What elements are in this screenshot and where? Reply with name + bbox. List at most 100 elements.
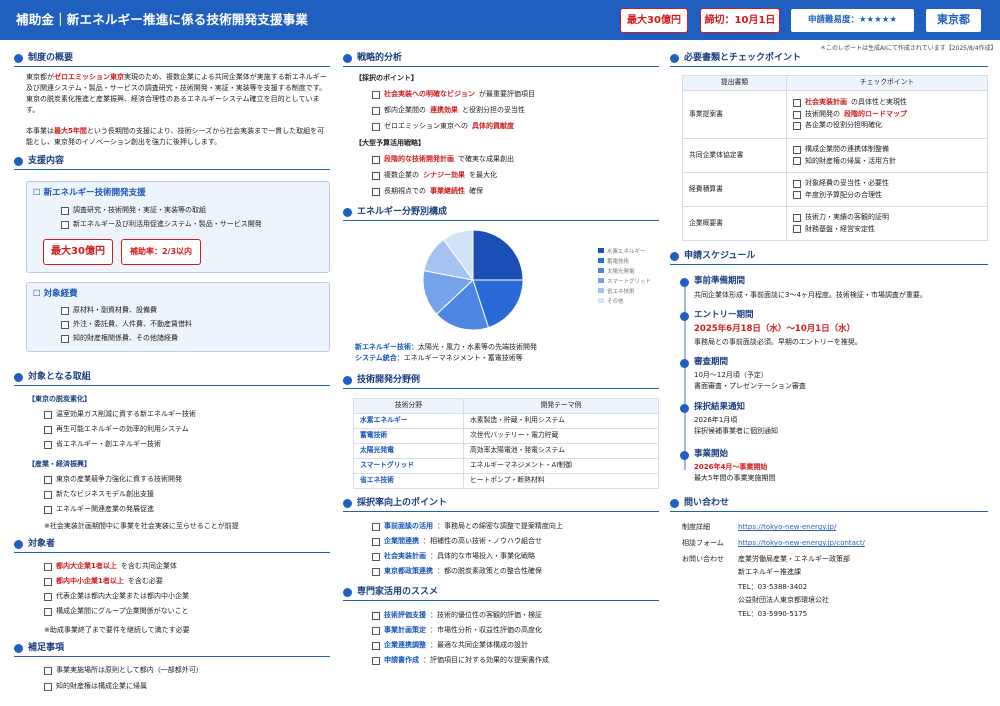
schedule-step-title: エントリー期間 xyxy=(694,310,754,320)
strategy-heading: 戦略的分析 xyxy=(343,52,659,68)
timeline-dot xyxy=(680,278,689,287)
strategy-item: 長期視点での 事業継続性 確保 xyxy=(372,187,483,196)
plus-icon xyxy=(14,643,23,653)
target-category-2: 【産業・経済振興】 xyxy=(28,460,91,468)
schedule-step-text: 書面審査・プレゼンテーション審査 xyxy=(694,382,806,390)
contact-heading: 問い合わせ xyxy=(670,497,988,513)
pie-caption-2: システム統合：エネルギーマネジメント・蓄電技術等 xyxy=(355,354,523,362)
target-item: 温室効果ガス削減に資する新エネルギー技術 xyxy=(44,410,196,419)
legend-swatch xyxy=(598,288,604,293)
overview-paragraph-2: 本事業は最大5年間という長期間の支援により、技術シーズから社会実装まで一貫した取… xyxy=(26,127,325,146)
table-header: 開発テーマ例 xyxy=(463,398,659,414)
table-row: 太陽光発電 高効率太陽電池・発電システム xyxy=(353,443,659,459)
schedule-step-text: 2026年1月頃 xyxy=(694,416,738,424)
eligible-heading: 対象者 xyxy=(14,538,330,554)
calendar-icon xyxy=(670,251,679,261)
contact-form-link[interactable]: https://tokyo-new-energy.jp/contact/ xyxy=(738,538,865,549)
check-item: 社会実装計画 の具体性と実現性 xyxy=(793,98,981,107)
table-row: 蓄電技術 次世代バッテリー・電力貯蔵 xyxy=(353,428,659,444)
improve-item: 社会実装計画 ：具体的な市場投入・事業化戦略 xyxy=(372,552,535,561)
contact-label: 制度詳細 xyxy=(682,523,710,531)
docs-table: 提出書類 チェックポイント 事業提案書 社会実装計画 の具体性と実現性 技術開発の段… xyxy=(682,75,988,241)
trophy-icon xyxy=(343,498,352,508)
contact-line: TEL：03-5388-3402 xyxy=(738,583,808,591)
table-row: 経費積算書 対象経費の妥当性・必要性 年度別予算配分の合理性 xyxy=(682,172,988,207)
legend-label: その他 xyxy=(607,297,624,305)
legend-swatch xyxy=(598,298,604,303)
table-row: 水素エネルギー 水素製造・貯蔵・利用システム xyxy=(353,413,659,429)
legend-label: 省エネ技術 xyxy=(607,287,635,295)
contact-label: お問い合わせ xyxy=(682,555,724,563)
header-bar: 補助金｜新エネルギー推進に係る技術開発支援事業 最大30億円 締切：10月1日 … xyxy=(0,0,1000,40)
timeline-dot xyxy=(680,451,689,460)
expert-item: 技術評価支援 ：技術的優位性の客観的評価・検証 xyxy=(372,611,542,620)
table-row: 企業概要書 技術力・実績の客観的証明 財務基盤・経営安定性 xyxy=(682,206,988,241)
legend-label: スマートグリッド xyxy=(607,277,651,285)
contact-line: 産業労働局産業・エネルギー政策部 xyxy=(738,555,850,563)
difficulty-badge: 申請難易度：★★★★★ xyxy=(790,8,915,33)
table-header-row: 提出書類 チェックポイント xyxy=(682,75,988,91)
expert-heading: 専門家活用のススメ xyxy=(343,586,659,602)
improve-heading: 採択率向上のポイント xyxy=(343,497,659,513)
expert-item: 事業計画策定 ：市場性分析・収益性評価の高度化 xyxy=(372,626,542,635)
check-item: 知的財産権の帰属・活用方針 xyxy=(793,157,981,166)
schedule-step-text: 事務局との事前面談必須。早期のエントリーを推奨。 xyxy=(694,338,862,346)
schedule-step-title: 審査期間 xyxy=(694,357,729,367)
targets-note: ※社会実装計画期間中に事業を社会実装に至らせることが前提 xyxy=(44,522,239,530)
legend-swatch xyxy=(598,278,604,283)
schedule-step-text: 共同企業体形成・事前面談に3〜4ヶ月程度。技術検証・市場調査が重要。 xyxy=(694,291,927,299)
timeline-line xyxy=(684,280,686,470)
support-item: 調査研究・技術開発・実証・実装等の取組 xyxy=(61,206,206,215)
energy-pie-chart: 水素エネルギー蓄電技術太陽光発電スマートグリッド省エネ技術その他 xyxy=(422,229,651,331)
expense-item: 外注・委託費、人件費、不動産賃借料 xyxy=(61,320,192,329)
timeline-dot xyxy=(680,404,689,413)
eligible-item: 構成企業間にグループ企業関係がないこと xyxy=(44,607,189,616)
improve-item: 東京都政策連携 ：都の脱炭素政策との整合性確保 xyxy=(372,567,542,576)
legend-label: 太陽光発電 xyxy=(607,267,635,275)
table-row: スマートグリッド エネルギーマネジメント・AI制御 xyxy=(353,458,659,474)
docs-heading: 必要書類とチェックポイント xyxy=(670,52,988,68)
support-item: 新エネルギー及び利活用促進システム・製品・サービス開発 xyxy=(61,220,262,229)
target-category-1: 【東京の脱炭素化】 xyxy=(28,395,91,403)
strategy-item: ゼロエミッション東京への 具体的貢献度 xyxy=(372,122,514,131)
flask-icon xyxy=(343,375,352,385)
eligible-item: 都内大企業1者以上 を含む共同企業体 xyxy=(44,562,177,571)
amount-badge: 最大30億円 xyxy=(620,8,688,33)
users-icon xyxy=(14,539,23,549)
strategy-group-1: 【採択のポイント】 xyxy=(355,74,418,82)
eligible-item: 都内中小企業1者以上 を含む必要 xyxy=(44,577,163,586)
strategy-item: 複数企業の シナジー効果 を最大化 xyxy=(372,171,497,180)
expert-item: 申請書作成 ：評価項目に対する効果的な提案書作成 xyxy=(372,656,549,665)
contact-line: 新エネルギー推進課 xyxy=(738,568,801,576)
handshake-icon xyxy=(14,156,23,166)
improve-item: 企業間連携 ：相補性の高い技術・ノウハウ組合せ xyxy=(372,537,542,546)
expert-item: 企業連携調整 ：最適な共同企業体構成の設計 xyxy=(372,641,528,650)
tech-heading: 技術開発分野例 xyxy=(343,374,659,390)
strategy-group-2: 【大型予算活用戦略】 xyxy=(355,139,425,147)
document-icon xyxy=(670,53,679,63)
pie-caption-1: 新エネルギー技術：太陽光・風力・水素等の先端技術開発 xyxy=(355,343,537,351)
schedule-heading: 申請スケジュール xyxy=(670,250,988,266)
contact-line: TEL：03-5990-5175 xyxy=(738,610,808,618)
timeline-dot xyxy=(680,312,689,321)
supplement-item: 事業実施場所は原則として都内（一部都外可） xyxy=(44,666,203,675)
support-box: ☐ 新エネルギー技術開発支援 調査研究・技術開発・実証・実装等の取組 新エネルギ… xyxy=(26,181,330,273)
pie-heading: エネルギー分野別構成 xyxy=(343,206,659,222)
overview-paragraph-1: 東京都がゼロエミッション東京実現のため、複数企業による共同企業体が実施する新エネ… xyxy=(26,73,327,114)
timeline-dot xyxy=(680,359,689,368)
expenses-box-title: ☐ 対象経費 xyxy=(33,289,78,299)
contact-label: 相談フォーム xyxy=(682,539,724,547)
eligible-item: 代表企業は都内大企業または都内中小企業 xyxy=(44,592,189,601)
tech-table: 技術分野 開発テーマ例 水素エネルギー 水素製造・貯蔵・利用システム 蓄電技術 次世代… xyxy=(353,398,659,489)
table-header-row: 技術分野 開発テーマ例 xyxy=(353,398,659,414)
target-icon xyxy=(14,372,23,382)
table-header: 技術分野 xyxy=(353,398,464,414)
question-icon xyxy=(670,498,679,508)
targets-heading: 対象となる取組 xyxy=(14,371,330,387)
contact-detail-link[interactable]: https://tokyo-new-energy.jp/ xyxy=(738,522,836,533)
check-item: 技術開発の 段階的ロードマップ xyxy=(793,110,981,119)
overview-heading: 制度の概要 xyxy=(14,52,330,68)
schedule-entry-date: 2025年6月18日（水）〜10月1日（水） xyxy=(694,324,856,334)
page-title: 補助金｜新エネルギー推進に係る技術開発支援事業 xyxy=(16,12,309,27)
strategy-item: 社会実装への明確なビジョン が最重要評価項目 xyxy=(372,90,535,99)
